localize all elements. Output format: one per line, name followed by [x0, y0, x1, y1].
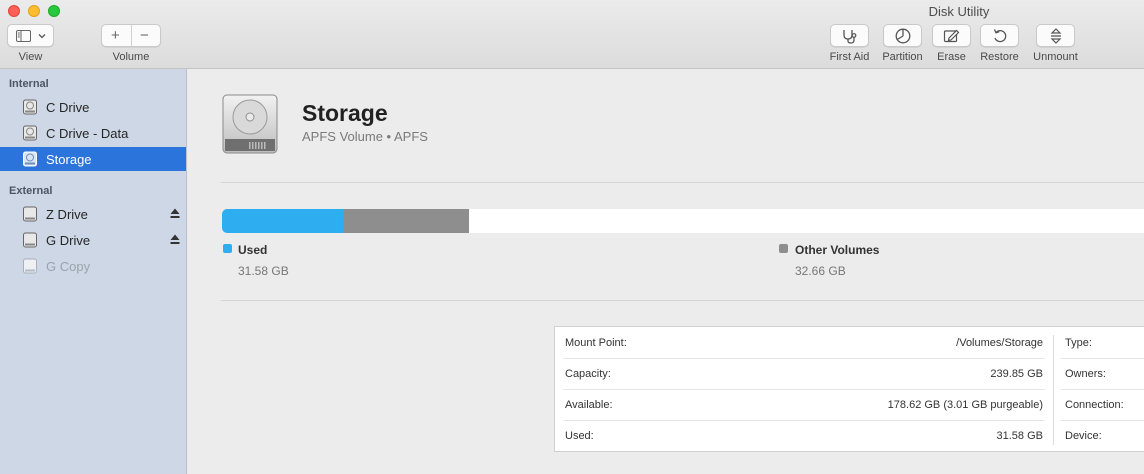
- sidebar-item-c-drive-data[interactable]: C Drive - Data: [0, 121, 186, 145]
- external-disk-icon: [23, 206, 37, 222]
- info-value: 31.58 GB: [996, 430, 1043, 442]
- internal-disk-icon: [23, 99, 37, 115]
- unmount-button[interactable]: [1036, 24, 1075, 47]
- eject-icon[interactable]: [170, 234, 180, 245]
- usage-bar-other-segment: [343, 209, 469, 233]
- unmount-icon: [1050, 27, 1061, 44]
- sidebar-toggle-icon: [15, 29, 31, 42]
- sidebar-item-label: G Copy: [46, 258, 91, 274]
- first-aid-label: First Aid: [829, 51, 870, 63]
- sidebar-item-label: Storage: [46, 151, 92, 167]
- sidebar-item-storage[interactable]: Storage: [0, 147, 186, 171]
- restore-label: Restore: [980, 51, 1019, 63]
- volume-subtitle: APFS Volume • APFS: [302, 129, 428, 144]
- divider: [221, 300, 1144, 301]
- detail-pane: Storage APFS Volume • APFS Used 31.58 GB…: [187, 69, 1144, 474]
- partition-button[interactable]: [883, 24, 922, 47]
- info-value: 178.62 GB (3.01 GB purgeable): [887, 399, 1043, 411]
- used-legend-value: 31.58 GB: [238, 264, 289, 278]
- sidebar-item-label: G Drive: [46, 232, 91, 248]
- close-window-button[interactable]: [8, 5, 20, 17]
- sidebar-item-label: C Drive - Data: [46, 125, 129, 141]
- sidebar-item-label: C Drive: [46, 99, 90, 115]
- sidebar-item-g-copy[interactable]: G Copy: [0, 254, 186, 278]
- minimize-window-button[interactable]: [28, 5, 40, 17]
- view-button[interactable]: [7, 24, 54, 47]
- info-key: Mount Point:: [565, 337, 627, 349]
- volume-segmented-control: + −: [101, 24, 161, 47]
- sidebar: Internal C Drive C Drive - Data Storage …: [0, 69, 187, 474]
- info-key: Device:: [1065, 430, 1102, 442]
- info-row-capacity: Capacity: 239.85 GB Owners:: [555, 358, 1144, 389]
- info-key: Connection:: [1065, 399, 1124, 411]
- info-row-used: Used: 31.58 GB Device:: [555, 420, 1144, 451]
- hard-drive-icon: [222, 94, 278, 154]
- external-disk-icon: [23, 258, 37, 274]
- info-key: Capacity:: [565, 368, 611, 380]
- toolbar: Disk Utility View + − Volume First Aid P…: [0, 0, 1144, 69]
- other-volumes-legend-swatch: [779, 244, 788, 253]
- volume-title: Storage: [302, 100, 388, 126]
- info-value: /Volumes/Storage: [956, 337, 1043, 349]
- eject-icon[interactable]: [170, 208, 180, 219]
- usage-bar: [222, 209, 1144, 233]
- pie-icon: [895, 28, 910, 43]
- restore-icon: [993, 28, 1006, 42]
- unmount-label: Unmount: [1033, 51, 1078, 63]
- used-legend-label: Used: [238, 243, 268, 257]
- info-row-mount-point: Mount Point: /Volumes/Storage Type:: [555, 327, 1144, 358]
- divider: [221, 182, 1144, 183]
- sidebar-item-z-drive[interactable]: Z Drive: [0, 202, 186, 226]
- window-title: Disk Utility: [928, 4, 990, 19]
- info-key: Available:: [565, 399, 613, 411]
- internal-disk-icon: [23, 125, 37, 141]
- info-key: Type:: [1065, 337, 1092, 349]
- info-row-available: Available: 178.62 GB (3.01 GB purgeable)…: [555, 389, 1144, 420]
- restore-button[interactable]: [980, 24, 1019, 47]
- remove-volume-button[interactable]: −: [140, 28, 149, 43]
- other-volumes-legend-label: Other Volumes: [795, 243, 880, 257]
- info-key: Owners:: [1065, 368, 1106, 380]
- volume-info-table: Mount Point: /Volumes/Storage Type: Capa…: [554, 326, 1144, 452]
- sidebar-item-label: Z Drive: [46, 206, 88, 222]
- erase-button[interactable]: [932, 24, 971, 47]
- chevron-down-icon: [38, 33, 45, 38]
- usage-bar-used-segment: [222, 209, 343, 233]
- view-label: View: [18, 51, 43, 63]
- info-value: 239.85 GB: [990, 368, 1043, 380]
- external-disk-icon: [23, 232, 37, 248]
- used-legend-swatch: [223, 244, 232, 253]
- volume-label: Volume: [112, 51, 150, 63]
- add-volume-button[interactable]: +: [111, 28, 120, 43]
- other-volumes-legend-value: 32.66 GB: [795, 264, 846, 278]
- eraser-icon: [943, 29, 960, 42]
- zoom-window-button[interactable]: [48, 5, 60, 17]
- sidebar-item-g-drive[interactable]: G Drive: [0, 228, 186, 252]
- sidebar-section-external: External: [9, 185, 53, 197]
- first-aid-button[interactable]: [830, 24, 869, 47]
- sidebar-section-internal: Internal: [9, 78, 49, 90]
- internal-disk-icon: [23, 151, 37, 167]
- segment-divider: [131, 25, 132, 46]
- stethoscope-icon: [842, 29, 856, 44]
- erase-label: Erase: [937, 51, 966, 63]
- info-key: Used:: [565, 430, 594, 442]
- partition-label: Partition: [882, 51, 923, 63]
- sidebar-item-c-drive[interactable]: C Drive: [0, 95, 186, 119]
